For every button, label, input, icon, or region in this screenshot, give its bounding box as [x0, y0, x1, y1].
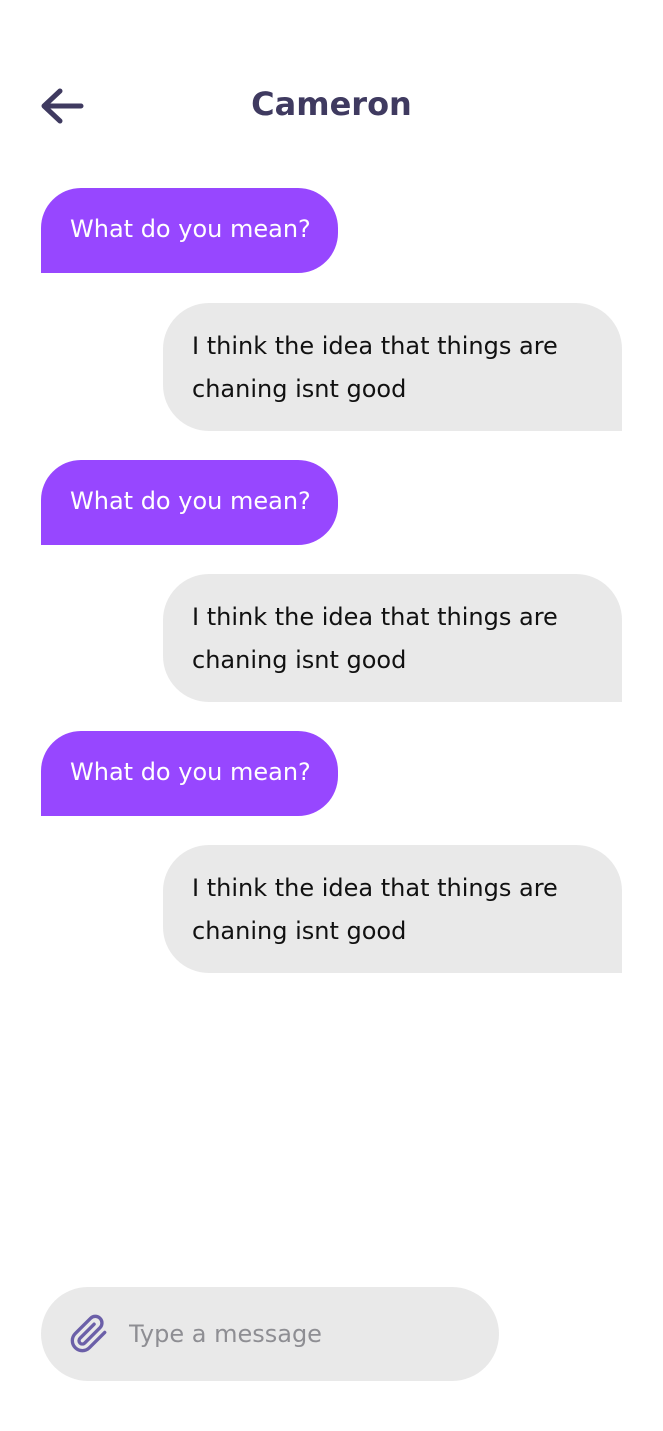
message-row: What do you mean?: [0, 731, 663, 816]
received-message-bubble: What do you mean?: [41, 460, 338, 545]
sent-message-bubble: I think the idea that things are chaning…: [163, 303, 622, 431]
chat-header: Cameron: [0, 0, 663, 180]
message-row: What do you mean?: [0, 460, 663, 545]
paperclip-icon[interactable]: [69, 1314, 109, 1354]
message-row: I think the idea that things are chaning…: [0, 574, 663, 702]
message-composer: [41, 1287, 499, 1381]
message-list: What do you mean? I think the idea that …: [0, 188, 663, 973]
sent-message-bubble: I think the idea that things are chaning…: [163, 845, 622, 973]
received-message-bubble: What do you mean?: [41, 188, 338, 273]
message-row: What do you mean?: [0, 188, 663, 273]
message-row: I think the idea that things are chaning…: [0, 845, 663, 973]
message-input[interactable]: [129, 1309, 469, 1359]
sent-message-bubble: I think the idea that things are chaning…: [163, 574, 622, 702]
message-row: I think the idea that things are chaning…: [0, 303, 663, 431]
received-message-bubble: What do you mean?: [41, 731, 338, 816]
contact-name: Cameron: [251, 85, 412, 123]
